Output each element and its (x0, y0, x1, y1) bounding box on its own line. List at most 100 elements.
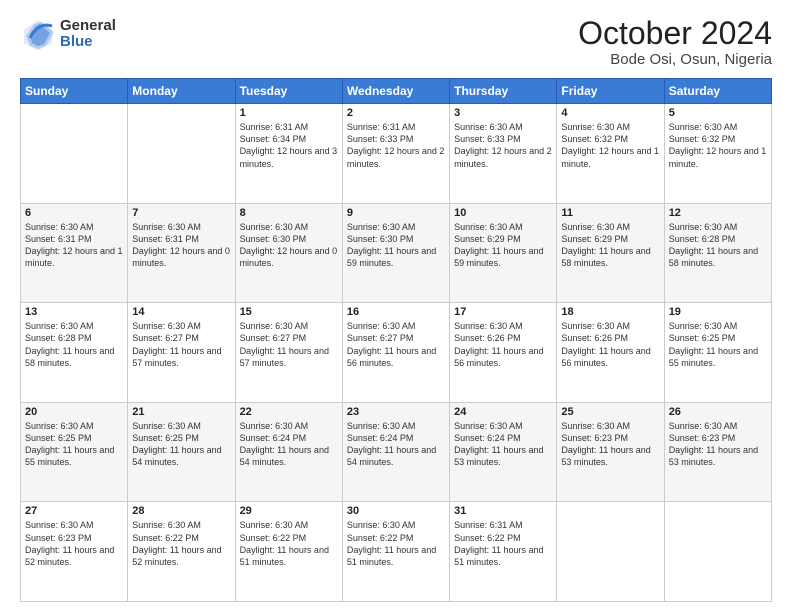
day-cell (21, 104, 128, 204)
day-cell: 6Sunrise: 6:30 AM Sunset: 6:31 PM Daylig… (21, 203, 128, 303)
logo-general-text: General (60, 18, 116, 35)
week-row-2: 6Sunrise: 6:30 AM Sunset: 6:31 PM Daylig… (21, 203, 772, 303)
day-info: Sunrise: 6:30 AM Sunset: 6:25 PM Dayligh… (25, 420, 123, 469)
day-number: 19 (669, 306, 767, 318)
header-monday: Monday (128, 79, 235, 104)
day-number: 21 (132, 406, 230, 418)
day-cell: 21 Sunrise: 6:30 AM Sunset: 6:25 PM Dayli… (128, 402, 235, 502)
calendar-header: Sunday Monday Tuesday Wednesday Thursday… (21, 79, 772, 104)
day-cell: 10 Sunrise: 6:30 AM Sunset: 6:29 PM Dayli… (450, 203, 557, 303)
day-cell: 8Sunrise: 6:30 AM Sunset: 6:30 PM Daylig… (235, 203, 342, 303)
day-info: Sunrise: 6:30 AM Sunset: 6:22 PM Dayligh… (132, 519, 230, 568)
day-cell: 14 Sunrise: 6:30 AM Sunset: 6:27 PM Dayli… (128, 303, 235, 403)
day-number: 23 (347, 406, 445, 418)
day-info: Sunrise: 6:30 AM Sunset: 6:22 PM Dayligh… (240, 519, 338, 568)
title-block: October 2024 Bode Osi, Osun, Nigeria (578, 16, 772, 68)
header: General Blue October 2024 Bode Osi, Osun… (20, 16, 772, 68)
day-number: 18 (561, 306, 659, 318)
day-number: 31 (454, 505, 552, 517)
day-cell: 12 Sunrise: 6:30 AM Sunset: 6:28 PM Dayli… (664, 203, 771, 303)
day-info: Sunrise: 6:30 AM Sunset: 6:32 PM Dayligh… (669, 121, 767, 170)
day-number: 13 (25, 306, 123, 318)
day-cell: 4 Sunrise: 6:30 AM Sunset: 6:32 PM Daylig… (557, 104, 664, 204)
day-number: 29 (240, 505, 338, 517)
day-cell (128, 104, 235, 204)
day-number: 25 (561, 406, 659, 418)
header-wednesday: Wednesday (342, 79, 449, 104)
day-info: Sunrise: 6:30 AM Sunset: 6:23 PM Dayligh… (669, 420, 767, 469)
day-cell: 9Sunrise: 6:30 AM Sunset: 6:30 PM Daylig… (342, 203, 449, 303)
logo-icon (20, 16, 56, 52)
day-number: 7 (132, 207, 230, 219)
day-cell: 28 Sunrise: 6:30 AM Sunset: 6:22 PM Dayli… (128, 502, 235, 602)
day-info: Sunrise: 6:30 AM Sunset: 6:29 PM Dayligh… (561, 221, 659, 270)
day-info: Sunrise: 6:30 AM Sunset: 6:25 PM Dayligh… (132, 420, 230, 469)
day-number: 12 (669, 207, 767, 219)
day-info: Sunrise: 6:30 AM Sunset: 6:28 PM Dayligh… (25, 320, 123, 369)
day-info: Sunrise: 6:30 AM Sunset: 6:26 PM Dayligh… (561, 320, 659, 369)
day-cell: 22Sunrise: 6:30 AM Sunset: 6:24 PM Dayli… (235, 402, 342, 502)
header-row: Sunday Monday Tuesday Wednesday Thursday… (21, 79, 772, 104)
day-cell (557, 502, 664, 602)
day-info: Sunrise: 6:30 AM Sunset: 6:31 PM Dayligh… (132, 221, 230, 270)
day-number: 20 (25, 406, 123, 418)
day-info: Sunrise: 6:30 AM Sunset: 6:23 PM Dayligh… (561, 420, 659, 469)
day-number: 9 (347, 207, 445, 219)
day-cell: 24Sunrise: 6:30 AM Sunset: 6:24 PM Dayli… (450, 402, 557, 502)
day-cell: 27 Sunrise: 6:30 AM Sunset: 6:23 PM Dayli… (21, 502, 128, 602)
week-row-3: 13 Sunrise: 6:30 AM Sunset: 6:28 PM Dayli… (21, 303, 772, 403)
day-cell: 17Sunrise: 6:30 AM Sunset: 6:26 PM Dayli… (450, 303, 557, 403)
week-row-5: 27 Sunrise: 6:30 AM Sunset: 6:23 PM Dayli… (21, 502, 772, 602)
header-tuesday: Tuesday (235, 79, 342, 104)
day-cell (664, 502, 771, 602)
day-cell: 1 Sunrise: 6:31 AM Sunset: 6:34 PM Daylig… (235, 104, 342, 204)
day-cell: 13 Sunrise: 6:30 AM Sunset: 6:28 PM Dayli… (21, 303, 128, 403)
day-number: 3 (454, 107, 552, 119)
day-info: Sunrise: 6:30 AM Sunset: 6:22 PM Dayligh… (347, 519, 445, 568)
day-cell: 31 Sunrise: 6:31 AM Sunset: 6:22 PM Dayli… (450, 502, 557, 602)
day-number: 28 (132, 505, 230, 517)
calendar-table: Sunday Monday Tuesday Wednesday Thursday… (20, 78, 772, 602)
header-friday: Friday (557, 79, 664, 104)
day-cell: 23Sunrise: 6:30 AM Sunset: 6:24 PM Dayli… (342, 402, 449, 502)
day-info: Sunrise: 6:30 AM Sunset: 6:30 PM Dayligh… (240, 221, 338, 270)
day-cell: 3 Sunrise: 6:30 AM Sunset: 6:33 PM Daylig… (450, 104, 557, 204)
day-number: 10 (454, 207, 552, 219)
calendar-body: 1 Sunrise: 6:31 AM Sunset: 6:34 PM Daylig… (21, 104, 772, 602)
day-info: Sunrise: 6:31 AM Sunset: 6:34 PM Dayligh… (240, 121, 338, 170)
logo-blue-text: Blue (60, 34, 116, 51)
logo-text: General Blue (60, 18, 116, 51)
day-info: Sunrise: 6:30 AM Sunset: 6:23 PM Dayligh… (25, 519, 123, 568)
day-info: Sunrise: 6:30 AM Sunset: 6:27 PM Dayligh… (132, 320, 230, 369)
day-number: 4 (561, 107, 659, 119)
day-cell: 16Sunrise: 6:30 AM Sunset: 6:27 PM Dayli… (342, 303, 449, 403)
day-number: 15 (240, 306, 338, 318)
day-info: Sunrise: 6:31 AM Sunset: 6:33 PM Dayligh… (347, 121, 445, 170)
day-cell: 30 Sunrise: 6:30 AM Sunset: 6:22 PM Dayli… (342, 502, 449, 602)
day-number: 27 (25, 505, 123, 517)
day-number: 22 (240, 406, 338, 418)
calendar-title: October 2024 (578, 16, 772, 51)
day-number: 14 (132, 306, 230, 318)
day-cell: 20 Sunrise: 6:30 AM Sunset: 6:25 PM Dayli… (21, 402, 128, 502)
day-number: 1 (240, 107, 338, 119)
day-number: 5 (669, 107, 767, 119)
day-info: Sunrise: 6:30 AM Sunset: 6:27 PM Dayligh… (240, 320, 338, 369)
day-info: Sunrise: 6:30 AM Sunset: 6:29 PM Dayligh… (454, 221, 552, 270)
day-info: Sunrise: 6:30 AM Sunset: 6:32 PM Dayligh… (561, 121, 659, 170)
day-cell: 2Sunrise: 6:31 AM Sunset: 6:33 PM Daylig… (342, 104, 449, 204)
day-cell: 25 Sunrise: 6:30 AM Sunset: 6:23 PM Dayli… (557, 402, 664, 502)
day-cell: 11Sunrise: 6:30 AM Sunset: 6:29 PM Dayli… (557, 203, 664, 303)
day-info: Sunrise: 6:30 AM Sunset: 6:28 PM Dayligh… (669, 221, 767, 270)
day-info: Sunrise: 6:31 AM Sunset: 6:22 PM Dayligh… (454, 519, 552, 568)
day-info: Sunrise: 6:30 AM Sunset: 6:33 PM Dayligh… (454, 121, 552, 170)
day-cell: 18 Sunrise: 6:30 AM Sunset: 6:26 PM Dayli… (557, 303, 664, 403)
header-saturday: Saturday (664, 79, 771, 104)
calendar-location: Bode Osi, Osun, Nigeria (578, 51, 772, 68)
day-number: 30 (347, 505, 445, 517)
page: General Blue October 2024 Bode Osi, Osun… (0, 0, 792, 612)
day-cell: 7 Sunrise: 6:30 AM Sunset: 6:31 PM Daylig… (128, 203, 235, 303)
day-info: Sunrise: 6:30 AM Sunset: 6:24 PM Dayligh… (454, 420, 552, 469)
week-row-4: 20 Sunrise: 6:30 AM Sunset: 6:25 PM Dayli… (21, 402, 772, 502)
header-thursday: Thursday (450, 79, 557, 104)
